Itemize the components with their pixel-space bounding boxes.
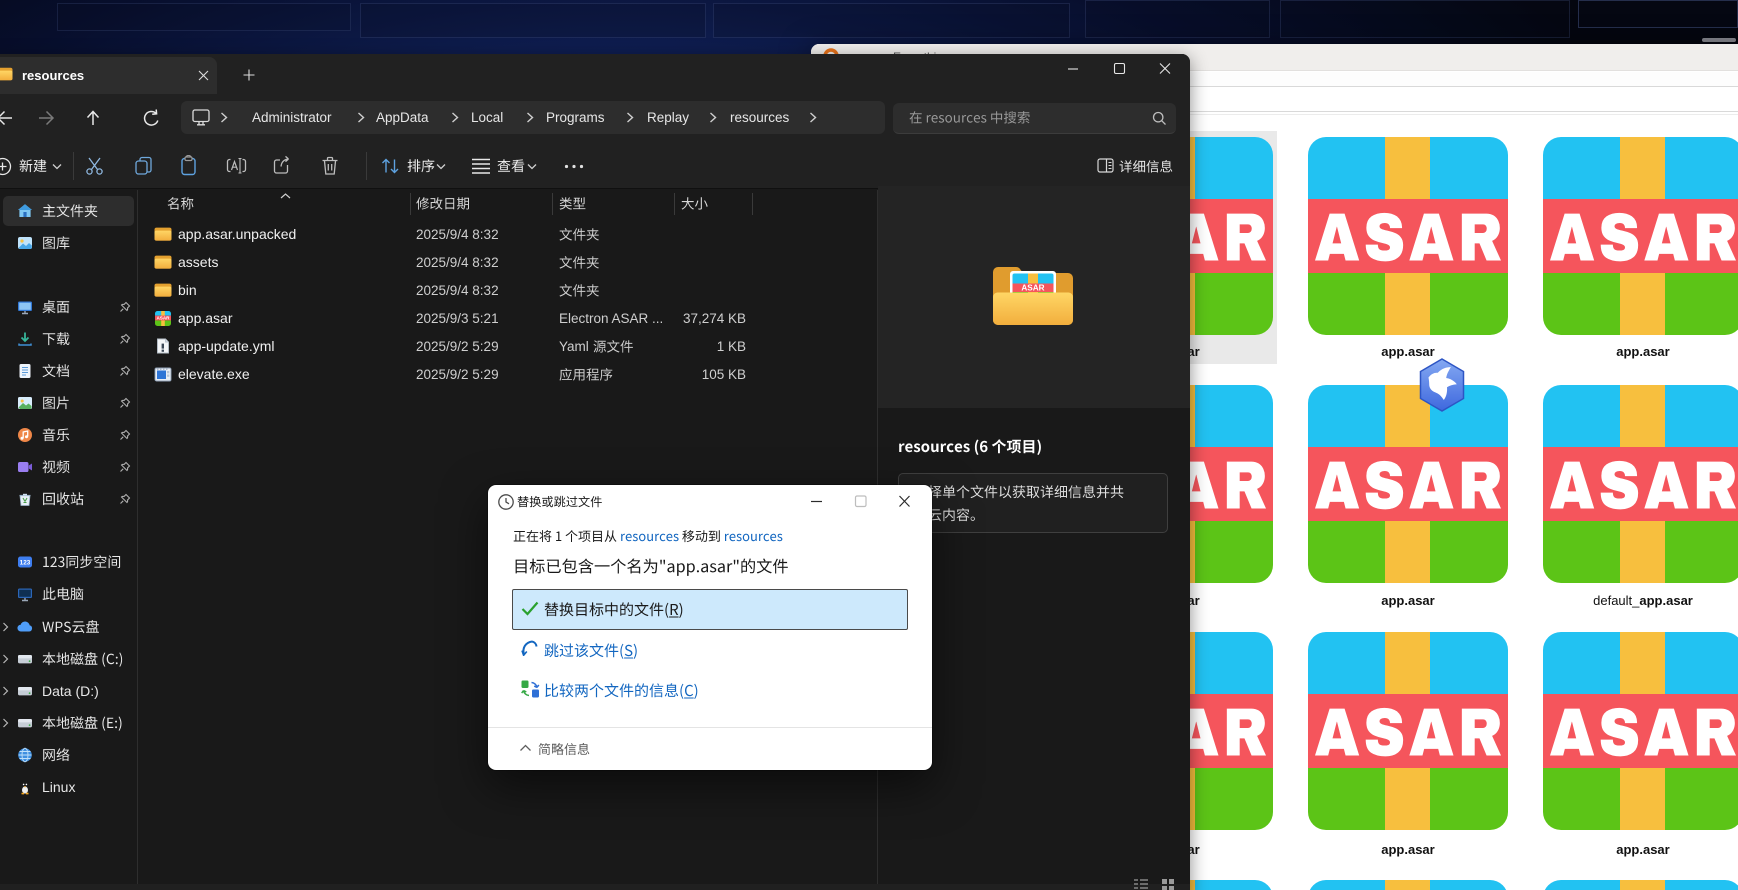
svg-text:123: 123: [20, 560, 31, 567]
svg-text:ASAR: ASAR: [1021, 284, 1044, 293]
svg-text:ASAR: ASAR: [156, 316, 170, 321]
